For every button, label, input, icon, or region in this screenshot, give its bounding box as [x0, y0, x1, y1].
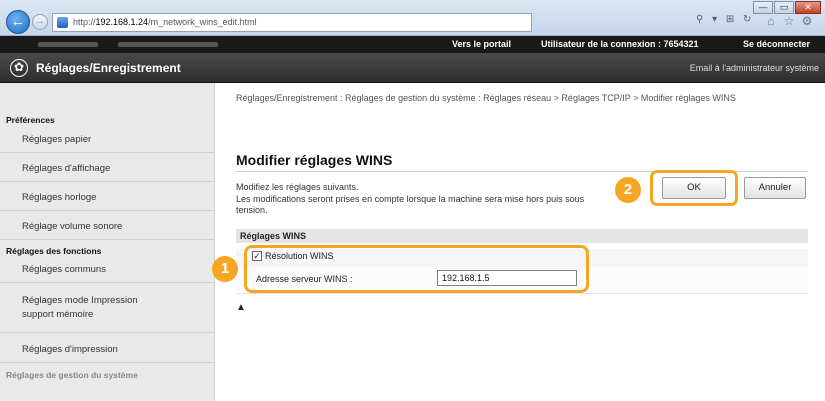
url-path: /m_network_wins_edit.html: [148, 17, 257, 27]
breadcrumb: Réglages/Enregistrement : Réglages de ge…: [236, 93, 736, 103]
cancel-button[interactable]: Annuler: [744, 177, 806, 199]
url-prefix: http://: [73, 17, 96, 27]
logout-link[interactable]: Se déconnecter: [743, 36, 810, 53]
restart-notice: Les modifications seront prises en compt…: [236, 194, 585, 215]
login-user: Utilisateur de la connexion : 7654321: [541, 39, 699, 49]
sidebar-item-print[interactable]: Réglages d'impression: [22, 344, 118, 355]
page-icon: [57, 17, 68, 28]
address-tools[interactable]: ⚲ ▾ ⊞ ↻: [696, 14, 754, 25]
app-header: ✿ Réglages/Enregistrement Email à l'admi…: [0, 53, 825, 83]
sidebar-heading-system: Réglages de gestion du système: [6, 370, 138, 380]
sidebar: Préférences Réglages papier Réglages d'a…: [0, 83, 215, 401]
row-divider: [236, 293, 808, 294]
ok-button[interactable]: OK: [662, 177, 726, 199]
sidebar-divider: [0, 152, 215, 153]
admin-mail-link[interactable]: Email à l'administrateur système: [690, 63, 819, 73]
sidebar-item-display[interactable]: Réglages d'affichage: [22, 163, 110, 174]
sidebar-item-volume[interactable]: Réglage volume sonore: [22, 221, 122, 232]
back-arrow-icon[interactable]: ←: [6, 10, 30, 34]
sidebar-divider: [0, 362, 215, 363]
intro-text: Modifiez les réglages suivants.: [236, 182, 359, 192]
browser-tools: ⌂ ☆ ⚙: [762, 12, 816, 30]
sidebar-item-clock[interactable]: Réglages horloge: [22, 192, 96, 203]
redacted-text: [118, 42, 218, 47]
section-header-wins: Réglages WINS: [236, 229, 808, 243]
url-host: 192.168.1.24: [95, 17, 149, 27]
sidebar-heading-preferences: Préférences: [6, 115, 55, 125]
step-1-badge: 1: [212, 256, 238, 282]
sidebar-divider: [0, 332, 215, 333]
app-title: Réglages/Enregistrement: [36, 61, 181, 75]
back-to-top-icon[interactable]: ▲: [236, 302, 246, 313]
wins-callout-highlight: [244, 245, 589, 293]
sidebar-item-memory-media-print[interactable]: Réglages mode Impression support mémoire: [22, 294, 138, 322]
settings-logo-icon: ✿: [10, 59, 28, 77]
top-bar: Vers le portail Utilisateur de la connex…: [0, 36, 825, 53]
gear-icon[interactable]: ⚙: [798, 12, 816, 30]
step-2-badge: 2: [615, 177, 641, 203]
sidebar-divider: [0, 239, 215, 240]
sidebar-item-paper[interactable]: Réglages papier: [22, 134, 91, 145]
browser-toolbar: — ▭ ✕ ← → http://192.168.1.24/m_network_…: [0, 0, 825, 36]
portal-link[interactable]: Vers le portail: [452, 36, 511, 53]
sidebar-heading-functions: Réglages des fonctions: [6, 246, 102, 256]
sidebar-divider: [0, 210, 215, 211]
star-icon[interactable]: ☆: [780, 12, 798, 30]
redacted-text: [38, 42, 98, 47]
address-bar[interactable]: http://192.168.1.24/m_network_wins_edit.…: [52, 13, 532, 32]
home-icon[interactable]: ⌂: [762, 12, 780, 30]
sidebar-divider: [0, 282, 215, 283]
sidebar-item-common[interactable]: Réglages communs: [22, 264, 106, 275]
sidebar-divider: [0, 181, 215, 182]
page-title: Modifier réglages WINS: [236, 152, 393, 168]
forward-arrow-icon[interactable]: →: [32, 14, 48, 30]
